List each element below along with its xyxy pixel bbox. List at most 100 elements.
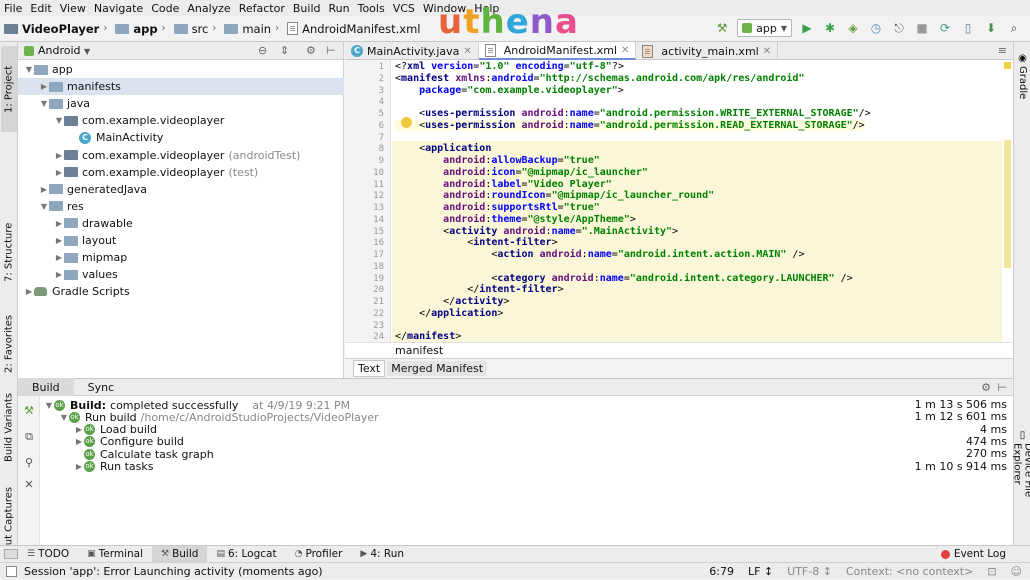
tree-item[interactable]: ▶ generatedJava (18, 181, 147, 198)
chevron-right-icon[interactable]: ▶ (39, 82, 49, 91)
chevron-right-icon[interactable]: ▶ (54, 219, 64, 228)
chevron-right-icon[interactable]: ▶ (74, 462, 84, 471)
code-editor[interactable]: 1 2 3 4 5 6 7 8 9 10 11 12 13 14 15 16 17 18 19 20 21 22 23 24 … (345, 60, 1013, 342)
close-icon[interactable]: ✕ (463, 46, 471, 57)
build-row[interactable]: ▶ ok Run tasks (74, 460, 154, 473)
chevron-right-icon[interactable]: ▶ (39, 185, 49, 194)
toggle-view-icon[interactable]: ⧉ (22, 430, 36, 444)
menu-build[interactable]: Build (289, 2, 325, 15)
chevron-right-icon[interactable]: ▶ (24, 287, 34, 296)
tree-item[interactable]: ▶ layout (18, 232, 116, 249)
bottom-tool-build[interactable]: ⚒ Build (152, 545, 208, 563)
tree-item[interactable]: ▶ values (18, 266, 118, 283)
run-config-select[interactable]: app ▼ (737, 19, 792, 37)
chevron-right-icon[interactable]: ▶ (54, 236, 64, 245)
build-row[interactable]: ▶ ok Load build (74, 423, 157, 436)
hammer-icon[interactable]: ⚒ (22, 404, 36, 418)
bottom-tool-terminal[interactable]: ▣ Terminal (78, 546, 152, 563)
coverage-icon[interactable]: ◈ (845, 20, 861, 36)
tree-item[interactable]: ▼ java (18, 95, 90, 112)
hammer-icon[interactable]: ⚒ (714, 20, 730, 36)
pin-icon[interactable]: ⚲ (22, 456, 36, 470)
editor-tab[interactable]: activity_main.xml ✕ (636, 42, 779, 60)
attach-debugger-icon[interactable]: ⎋ (891, 20, 907, 36)
chevron-right-icon[interactable]: ▶ (74, 437, 84, 446)
hide-panel-icon[interactable]: ⊢ (326, 44, 336, 57)
chevron-down-icon[interactable]: ▼ (44, 401, 54, 410)
menu-edit[interactable]: Edit (26, 2, 55, 15)
tree-item[interactable]: ▼ com.example.videoplayer (18, 112, 225, 129)
sync-gradle-icon[interactable]: ⟳ (937, 20, 953, 36)
tree-item[interactable]: ▼ app (18, 61, 73, 78)
profile-icon[interactable]: ◷ (868, 20, 884, 36)
bottom-tool-run[interactable]: ▶ 4: Run (351, 546, 413, 563)
status-message[interactable]: Session 'app': Error Launching activity … (24, 565, 323, 578)
breadcrumb-main[interactable]: main › (222, 22, 285, 36)
chevron-right-icon[interactable]: ▶ (54, 151, 64, 160)
breadcrumb-project[interactable]: VideoPlayer › (0, 22, 113, 36)
tree-item[interactable]: C MainActivity (18, 129, 163, 146)
menu-refactor[interactable]: Refactor (235, 2, 289, 15)
bottom-tool-logcat[interactable]: ▤ 6: Logcat (207, 546, 285, 563)
tree-item[interactable]: ▶ Gradle Scripts (18, 283, 130, 300)
tab-sync[interactable]: Sync (74, 378, 129, 396)
tree-item[interactable]: ▼ res (18, 198, 84, 215)
editor-tab[interactable]: AndroidManifest.xml ✕ (478, 42, 637, 60)
bottom-tool-profiler[interactable]: ◔ Profiler (286, 546, 352, 563)
tree-item[interactable]: ▶ mipmap (18, 249, 127, 266)
menu-navigate[interactable]: Navigate (90, 2, 147, 15)
chevron-right-icon[interactable]: ▶ (54, 270, 64, 279)
tree-item[interactable]: ▶ manifests (18, 78, 344, 96)
favorites-tool-tab[interactable]: 2: Favorites (1, 304, 17, 384)
file-encoding[interactable]: UTF-8 ↕ (787, 565, 832, 578)
caret-position[interactable]: 6:79 (709, 565, 734, 578)
close-icon[interactable]: ✕ (621, 45, 629, 56)
build-variants-tool-tab[interactable]: Build Variants (1, 389, 17, 467)
menu-vcs[interactable]: VCS (389, 2, 419, 15)
menu-tools[interactable]: Tools (354, 2, 389, 15)
editor-tab[interactable]: C MainActivity.java ✕ (345, 42, 479, 60)
bottom-tool-todo[interactable]: ☰ TODO (18, 546, 78, 563)
build-row[interactable]: ▶ ok Configure build (74, 435, 184, 448)
menu-file[interactable]: File (0, 2, 26, 15)
menu-code[interactable]: Code (147, 2, 183, 15)
event-log-button[interactable]: Event Log (940, 548, 1006, 560)
device-file-explorer-tool-tab[interactable]: ▯ Device File Explorer (1012, 430, 1030, 538)
debug-icon[interactable]: ✱ (822, 20, 838, 36)
build-row[interactable]: ▼ ok Run build /home/c/AndroidStudioProjec… (59, 411, 379, 424)
lock-icon[interactable]: ⊡ (987, 565, 996, 578)
avd-manager-icon[interactable]: ▯ (960, 20, 976, 36)
tree-item[interactable]: ▶ com.example.videoplayer (androidTest) (18, 147, 301, 164)
breadcrumb-app[interactable]: app › (113, 22, 171, 36)
menu-analyze[interactable]: Analyze (183, 2, 234, 15)
chevron-down-icon[interactable]: ▼ (24, 65, 34, 74)
scroll-from-source-icon[interactable]: ⇕ (280, 44, 289, 57)
hide-panel-icon[interactable]: ⊢ (997, 381, 1007, 394)
lightbulb-icon[interactable] (401, 117, 412, 128)
sdk-manager-icon[interactable]: ⬇ (983, 20, 999, 36)
toggle-tool-windows-icon[interactable] (4, 549, 18, 559)
breadcrumb-file[interactable]: AndroidManifest.xml (285, 22, 422, 36)
chevron-right-icon[interactable]: ▶ (54, 168, 64, 177)
line-separator[interactable]: LF ↕ (748, 565, 773, 578)
project-view-selector[interactable]: Android ▼ (38, 44, 90, 57)
tab-build[interactable]: Build (18, 378, 74, 396)
menu-run[interactable]: Run (325, 2, 354, 15)
editor-breadcrumb[interactable]: manifest (345, 342, 1013, 358)
tool-window-toggle-icon[interactable] (6, 566, 17, 577)
warning-marker-icon[interactable] (1004, 62, 1011, 69)
chevron-down-icon[interactable]: ▼ (59, 413, 69, 422)
chevron-right-icon[interactable]: ▶ (74, 425, 84, 434)
tree-item[interactable]: ▶ drawable (18, 215, 133, 232)
gear-icon[interactable]: ⚙ (981, 381, 991, 394)
structure-tool-tab[interactable]: 7: Structure (1, 212, 17, 292)
gear-icon[interactable]: ⚙ (306, 44, 316, 57)
chevron-down-icon[interactable]: ▼ (39, 202, 49, 211)
chevron-down-icon[interactable]: ▼ (39, 99, 49, 108)
stop-icon[interactable]: ■ (914, 20, 930, 36)
close-icon[interactable]: ✕ (763, 46, 771, 57)
tab-merged-manifest[interactable]: Merged Manifest (387, 361, 488, 376)
context-indicator[interactable]: Context: <no context> (846, 565, 973, 578)
collapse-all-icon[interactable]: ⊖ (258, 44, 267, 57)
chevron-right-icon[interactable]: ▶ (54, 253, 64, 262)
